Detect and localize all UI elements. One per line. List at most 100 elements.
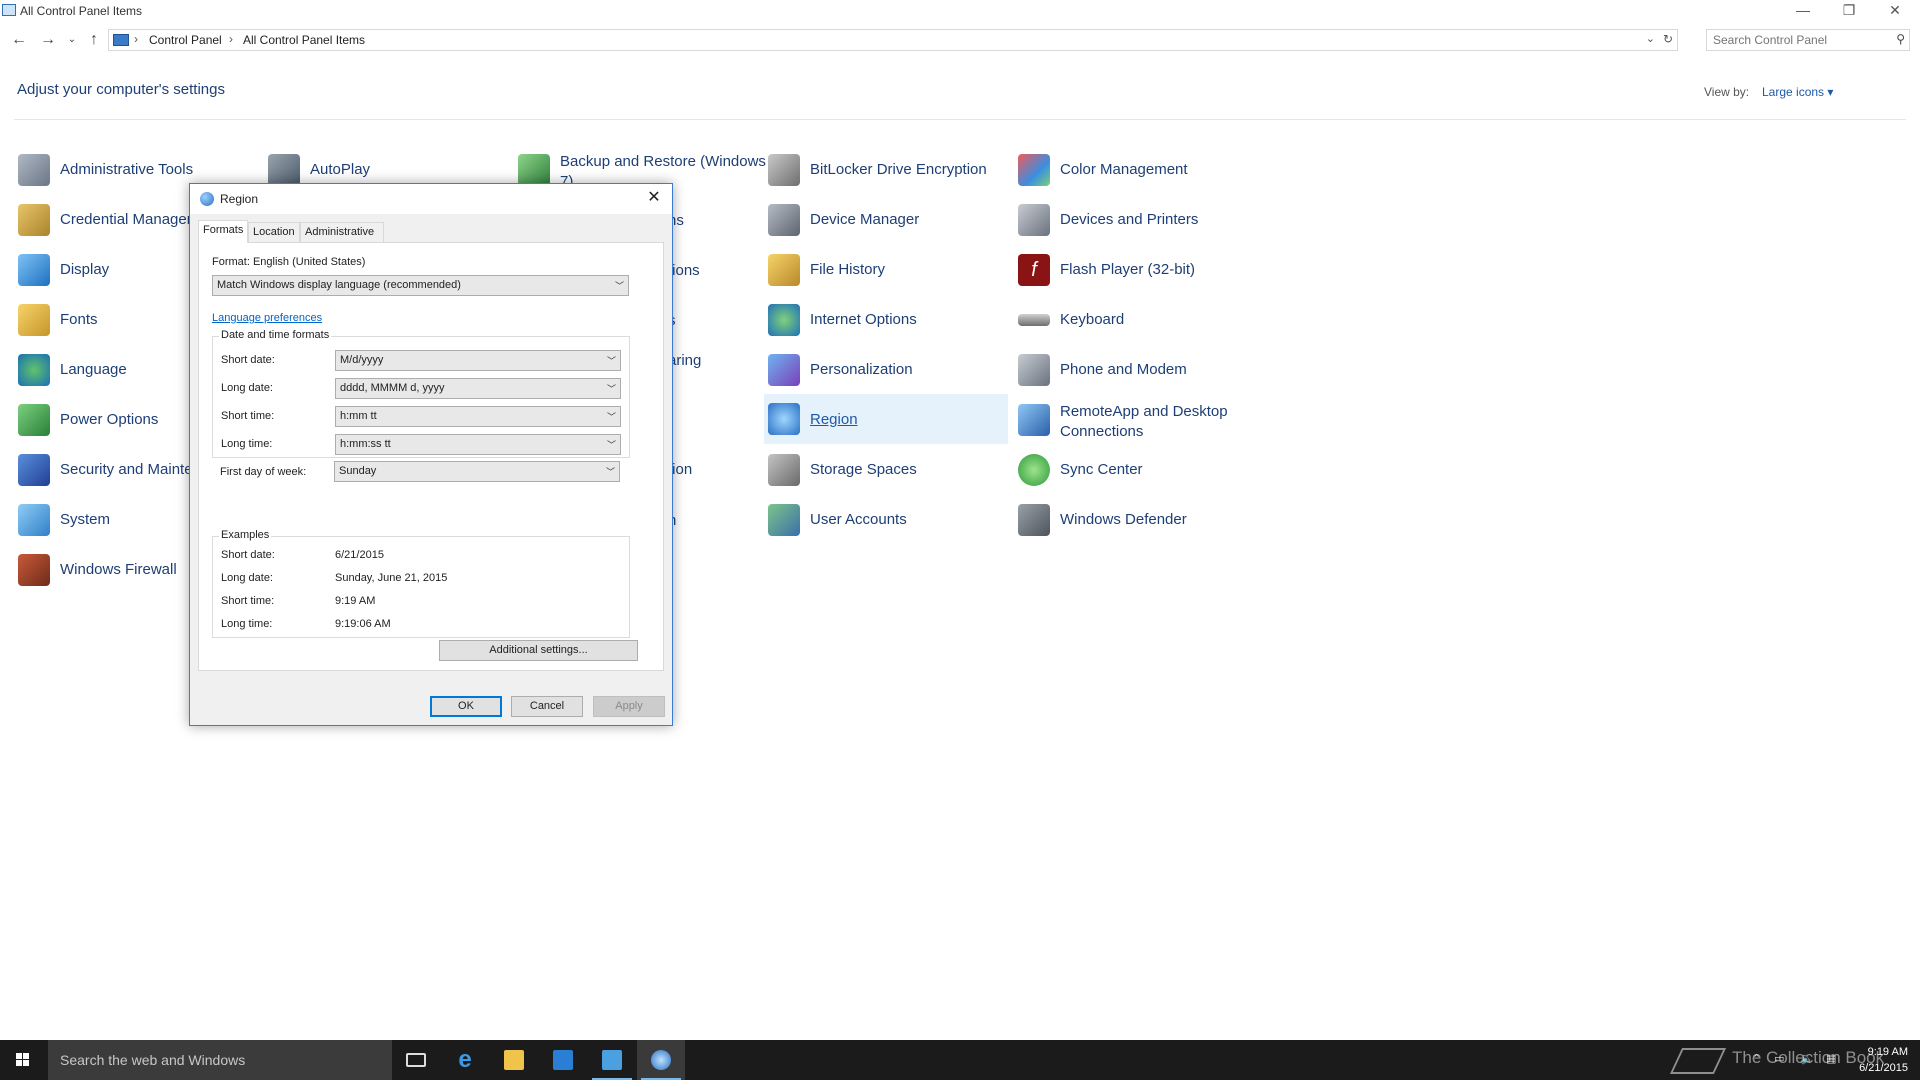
- view-by-dropdown[interactable]: Large icons ▾: [1762, 85, 1833, 99]
- control-panel-small-icon: [113, 34, 129, 46]
- dialog-title: Region: [220, 192, 259, 206]
- cp-item-internet-options[interactable]: Internet Options: [768, 298, 1016, 342]
- address-row: ← → ⌄ ↑ › Control Panel › All Control Pa…: [0, 28, 1920, 52]
- address-dropdown-icon[interactable]: ⌄: [1646, 32, 1655, 45]
- minimize-button[interactable]: —: [1780, 0, 1826, 22]
- breadcrumb-control-panel[interactable]: Control Panel: [149, 33, 222, 47]
- cp-item-region[interactable]: Region: [764, 394, 1008, 444]
- start-button[interactable]: [0, 1040, 48, 1080]
- volume-icon[interactable]: 🔈: [1800, 1052, 1814, 1065]
- taskbar-clock[interactable]: 9:19 AM 6/21/2015: [1859, 1044, 1908, 1076]
- cp-item-file-history[interactable]: File History: [768, 248, 1016, 292]
- storage-spaces-icon: [768, 454, 800, 486]
- hidden-item-fragment[interactable]: aring: [668, 352, 701, 369]
- clock-time: 9:19 AM: [1867, 1046, 1908, 1058]
- close-window-button[interactable]: ✕: [1872, 0, 1918, 22]
- remoteapp-icon: [1018, 404, 1050, 436]
- device-manager-icon: [768, 204, 800, 236]
- region-globe-taskbar-icon: [651, 1050, 671, 1070]
- cp-item-keyboard[interactable]: Keyboard: [1018, 298, 1266, 342]
- cancel-button[interactable]: Cancel: [511, 696, 583, 717]
- keyboard-icon: [1018, 314, 1050, 326]
- cp-item-color-management[interactable]: Color Management: [1018, 148, 1266, 192]
- recent-locations-chevron-icon[interactable]: ⌄: [62, 30, 82, 50]
- tray-overflow-chevron-icon[interactable]: ⌃: [1752, 1052, 1761, 1065]
- long-time-select[interactable]: h:mm:ss tt ﹀: [335, 434, 621, 455]
- autoplay-icon: [268, 154, 300, 186]
- cp-item-devices-printers[interactable]: Devices and Printers: [1018, 198, 1266, 242]
- bitlocker-key-icon: [768, 154, 800, 186]
- datetime-formats-group: Date and time formats Short date: M/d/yy…: [212, 329, 630, 458]
- restore-button[interactable]: ❐: [1826, 0, 1872, 22]
- header-divider: [14, 119, 1906, 120]
- action-center-icon[interactable]: ▤: [1826, 1052, 1836, 1065]
- short-time-label: Short time:: [221, 410, 275, 422]
- item-label: Region: [810, 411, 858, 428]
- tab-administrative[interactable]: Administrative: [300, 222, 384, 242]
- region-dialog: Region ✕ Formats Location Administrative…: [189, 183, 673, 726]
- format-select[interactable]: Match Windows display language (recommen…: [212, 275, 629, 296]
- item-label: System: [60, 511, 111, 528]
- power-options-icon: [18, 404, 50, 436]
- cp-item-flash-player[interactable]: f Flash Player (32-bit): [1018, 248, 1266, 292]
- short-time-select[interactable]: h:mm tt ﹀: [335, 406, 621, 427]
- edge-browser-button[interactable]: e: [441, 1040, 489, 1080]
- cp-item-user-accounts[interactable]: User Accounts: [768, 498, 1016, 542]
- short-time-value: h:mm tt: [340, 410, 377, 422]
- item-label: Display: [60, 261, 110, 278]
- cp-item-phone-modem[interactable]: Phone and Modem: [1018, 348, 1266, 392]
- search-box[interactable]: ⚲: [1706, 29, 1910, 51]
- file-explorer-folder-icon: [504, 1050, 524, 1070]
- tab-formats[interactable]: Formats: [198, 220, 248, 243]
- network-icon[interactable]: ▭: [1774, 1052, 1784, 1065]
- region-taskbar-button[interactable]: [637, 1040, 685, 1080]
- first-day-of-week-select[interactable]: Sunday ﹀: [334, 461, 620, 482]
- cp-item-device-manager[interactable]: Device Manager: [768, 198, 1016, 242]
- item-label: User Accounts: [810, 511, 907, 528]
- item-label: Language: [60, 361, 127, 378]
- short-date-select[interactable]: M/d/yyyy ﹀: [335, 350, 621, 371]
- language-preferences-link[interactable]: Language preferences: [212, 312, 322, 324]
- forward-arrow-icon[interactable]: →: [38, 30, 58, 50]
- up-arrow-icon[interactable]: ↑: [84, 30, 104, 50]
- taskbar: Search the web and Windows e The Collect…: [0, 1040, 1920, 1080]
- first-day-of-week-value: Sunday: [339, 465, 377, 477]
- additional-settings-button[interactable]: Additional settings...: [439, 640, 638, 661]
- tab-location[interactable]: Location: [248, 222, 300, 242]
- cp-item-bitlocker[interactable]: BitLocker Drive Encryption: [768, 148, 1016, 192]
- clock-date: 6/21/2015: [1859, 1062, 1908, 1074]
- taskbar-search-box[interactable]: Search the web and Windows: [48, 1040, 392, 1080]
- formats-tab-panel: Format: English (United States) Match Wi…: [198, 242, 664, 671]
- control-panel-taskbar-button[interactable]: [588, 1040, 636, 1080]
- file-explorer-button[interactable]: [490, 1040, 538, 1080]
- personalization-icon: [768, 354, 800, 386]
- datetime-formats-legend: Date and time formats: [219, 329, 332, 341]
- back-arrow-icon[interactable]: ←: [9, 30, 29, 50]
- ok-button[interactable]: OK: [430, 696, 502, 717]
- item-label: Device Manager: [810, 211, 920, 228]
- example-long-date-value: Sunday, June 21, 2015: [335, 572, 448, 584]
- taskbar-search-text: Search the web and Windows: [60, 1052, 246, 1068]
- task-view-button[interactable]: [392, 1040, 440, 1080]
- cp-item-sync-center[interactable]: Sync Center: [1018, 448, 1266, 492]
- cp-item-windows-defender[interactable]: Windows Defender: [1018, 498, 1266, 542]
- cp-item-remoteapp[interactable]: RemoteApp and Desktop Connections: [1018, 398, 1266, 442]
- refresh-icon[interactable]: ↻: [1663, 32, 1673, 46]
- item-label: Fonts: [60, 311, 98, 328]
- long-date-select[interactable]: dddd, MMMM d, yyyy ﹀: [335, 378, 621, 399]
- cp-item-personalization[interactable]: Personalization: [768, 348, 1016, 392]
- address-bar[interactable]: › Control Panel › All Control Panel Item…: [108, 29, 1678, 51]
- item-label: Color Management: [1060, 161, 1188, 178]
- breadcrumb-all-items[interactable]: All Control Panel Items: [243, 33, 365, 47]
- format-label: Format: English (United States): [212, 256, 366, 268]
- item-label: Administrative Tools: [60, 161, 194, 178]
- search-icon[interactable]: ⚲: [1896, 32, 1905, 46]
- search-input[interactable]: [1713, 30, 1883, 50]
- devices-printers-icon: [1018, 204, 1050, 236]
- dialog-close-button[interactable]: ✕: [642, 187, 666, 211]
- examples-legend: Examples: [219, 529, 272, 541]
- long-time-value: h:mm:ss tt: [340, 438, 391, 450]
- user-accounts-icon: [768, 504, 800, 536]
- cp-item-storage-spaces[interactable]: Storage Spaces: [768, 448, 1016, 492]
- store-button[interactable]: [539, 1040, 587, 1080]
